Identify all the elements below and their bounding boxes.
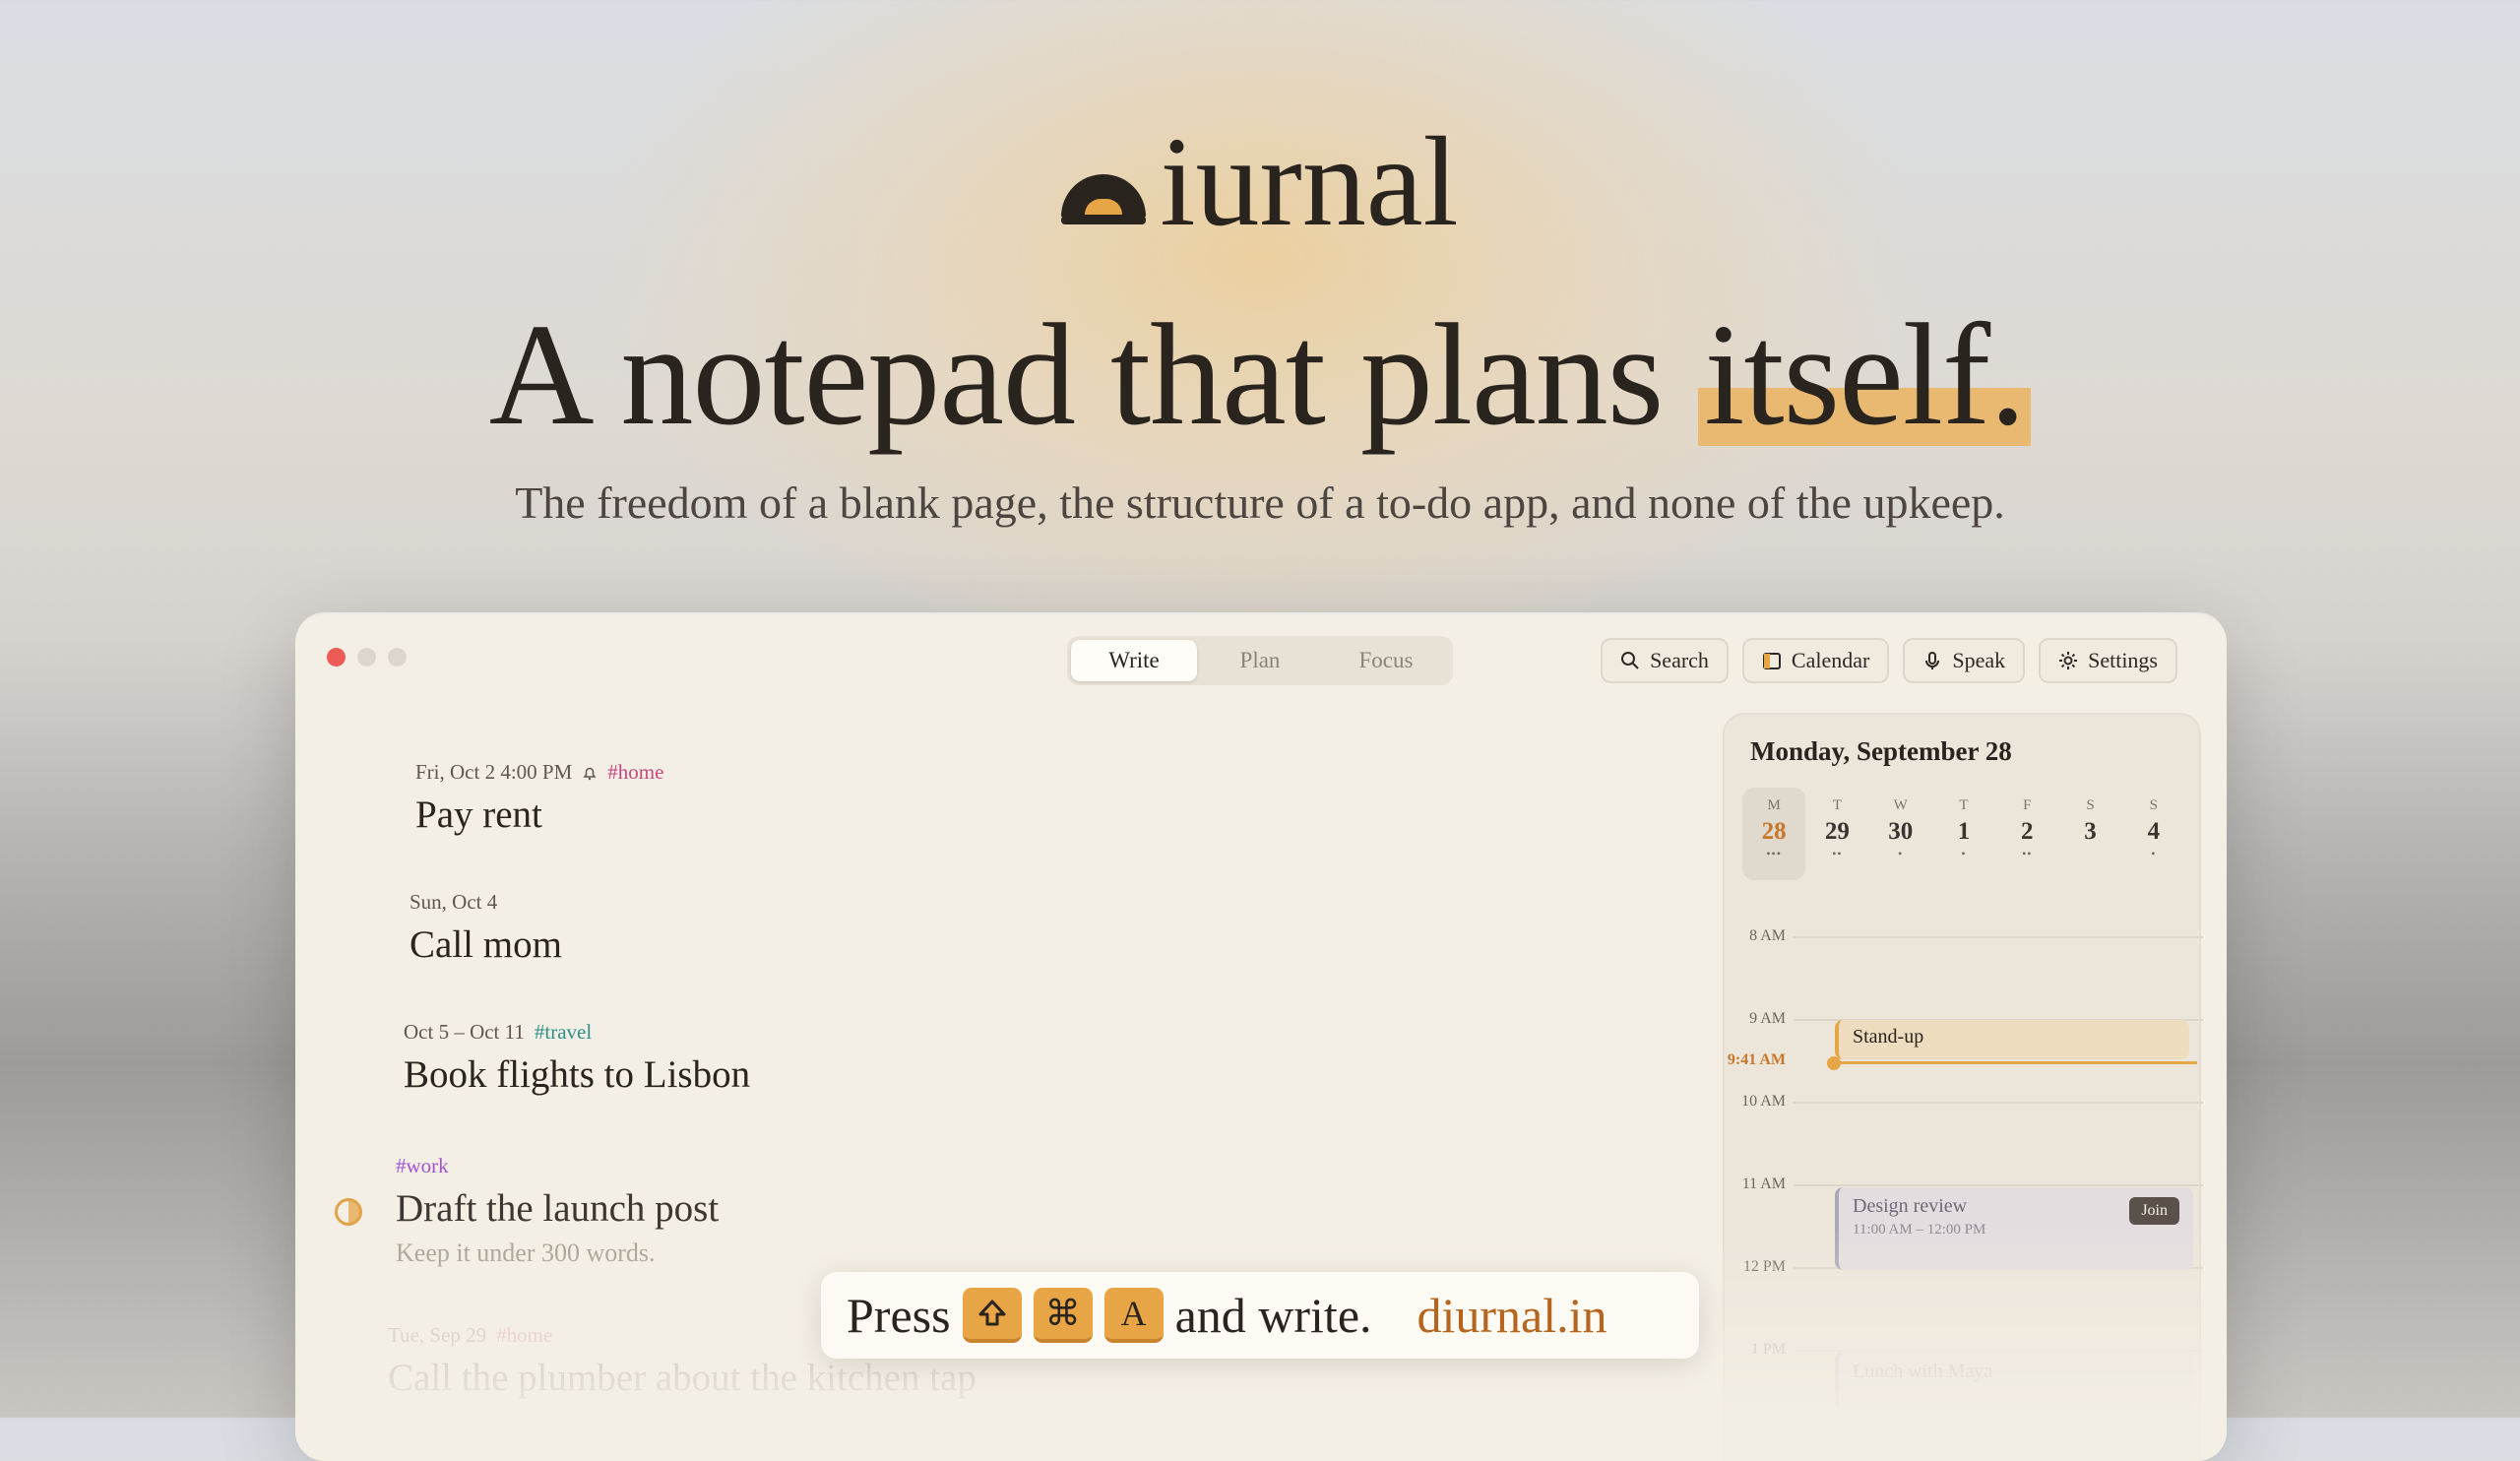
headline-main: A notepad that plans (488, 294, 1699, 456)
search-label: Search (1650, 648, 1709, 672)
cta-banner: Press ⌘ A and write. diurnal.in (821, 1272, 1699, 1359)
speak-label: Speak (1952, 648, 2006, 672)
calendar-panel: Monday, September 28 M 28 ••• T 29 •• W 30 • T… (1723, 713, 2203, 1461)
day-cell[interactable]: T 29 •• (1805, 788, 1868, 880)
bell-icon (583, 767, 597, 780)
note-title: Pay rent (415, 794, 542, 836)
note-tag[interactable]: #home (607, 760, 663, 785)
note-item[interactable]: #work Draft the launch post Keep it unde… (335, 1154, 720, 1268)
sunrise-logo-icon (1061, 174, 1147, 224)
day-cell[interactable]: S 4 • (2122, 788, 2185, 880)
view-switcher: Write Plan Focus (1067, 636, 1453, 685)
note-date: Sun, Oct 4 (410, 890, 498, 914)
event-title: Lunch with Maya (1853, 1361, 1993, 1382)
event-lunch[interactable]: Lunch with Maya (1835, 1353, 2193, 1412)
settings-button[interactable]: Settings (2039, 638, 2177, 683)
toolbar: Search Calendar Speak Settings (1601, 638, 2177, 683)
note-item[interactable]: Oct 5 – Oct 11 #travel Book flights to L… (404, 1020, 750, 1097)
note-subtitle: Keep it under 300 words. (396, 1239, 656, 1267)
day-cell[interactable]: T 1 • (1932, 788, 1995, 880)
cta-after: and write. (1174, 1288, 1372, 1343)
note-item[interactable]: Fri, Oct 2 4:00 PM #home Pay rent (415, 760, 663, 837)
calendar-label: Calendar (1791, 648, 1870, 672)
zoom-button[interactable] (388, 648, 407, 667)
note-title: Draft the launch post (396, 1187, 720, 1230)
note-title: Call mom (410, 923, 562, 966)
calendar-date-title: Monday, September 28 (1750, 736, 2012, 766)
settings-label: Settings (2088, 648, 2158, 672)
tab-write[interactable]: Write (1071, 640, 1197, 681)
note-tag[interactable]: #home (496, 1323, 552, 1348)
join-button[interactable]: Join (2129, 1197, 2179, 1225)
command-key-icon: ⌘ (1033, 1288, 1093, 1343)
current-time-dot (1827, 1056, 1841, 1070)
current-time-line (1833, 1061, 2197, 1064)
note-date: Tue, Sep 29 (388, 1323, 487, 1347)
in-progress-icon[interactable] (335, 1198, 362, 1226)
day-cell[interactable]: F 2 •• (1995, 788, 2058, 880)
note-tag[interactable]: #work (396, 1154, 449, 1178)
gear-icon (2059, 652, 2078, 669)
tab-focus[interactable]: Focus (1323, 640, 1449, 681)
day-cell[interactable]: M 28 ••• (1742, 788, 1806, 880)
event-standup[interactable]: Stand-up (1835, 1020, 2189, 1059)
event-design-review[interactable]: Design review 11:00 AM – 12:00 PM Join (1835, 1187, 2193, 1270)
subheadline: The freedom of a blank page, the structu… (515, 477, 2005, 528)
event-time: 11:00 AM – 12:00 PM (1853, 1222, 1986, 1238)
a-key: A (1103, 1288, 1164, 1343)
minimize-button[interactable] (357, 648, 376, 667)
logo-wordmark: iurnal (1160, 111, 1459, 253)
day-cell[interactable]: W 30 • (1869, 788, 1932, 880)
tab-plan[interactable]: Plan (1197, 640, 1323, 681)
week-strip: M 28 ••• T 29 •• W 30 • T 1 • F 2 •• S3 S 4 • (1742, 788, 2185, 880)
calendar-button[interactable]: Calendar (1741, 638, 1890, 683)
note-title: Book flights to Lisbon (404, 1053, 751, 1096)
note-title: Call the plumber about the kitchen tap (388, 1357, 976, 1399)
search-button[interactable]: Search (1601, 638, 1729, 683)
cta-press: Press (847, 1288, 951, 1343)
headline: A notepad that plans itself. (0, 294, 2520, 456)
search-icon (1621, 652, 1639, 669)
headline-highlight: itself. (1698, 294, 2032, 456)
microphone-icon (1925, 652, 1940, 669)
logo: iurnal (0, 118, 2520, 246)
website-link[interactable]: diurnal.in (1418, 1287, 1607, 1344)
shift-key-icon (962, 1288, 1022, 1343)
note-tag[interactable]: #travel (535, 1020, 592, 1045)
day-cell[interactable]: S3 (2058, 788, 2121, 880)
note-date: Oct 5 – Oct 11 (404, 1020, 525, 1044)
calendar-icon (1762, 653, 1781, 669)
note-item[interactable]: Sun, Oct 4 Call mom (410, 890, 562, 967)
window-controls (327, 648, 407, 667)
close-button[interactable] (327, 648, 346, 667)
current-time-label: 9:41 AM (1727, 1051, 1786, 1068)
speak-button[interactable]: Speak (1903, 638, 2026, 683)
event-title: Stand-up (1853, 1026, 1924, 1048)
note-date: Fri, Oct 2 4:00 PM (415, 760, 573, 784)
